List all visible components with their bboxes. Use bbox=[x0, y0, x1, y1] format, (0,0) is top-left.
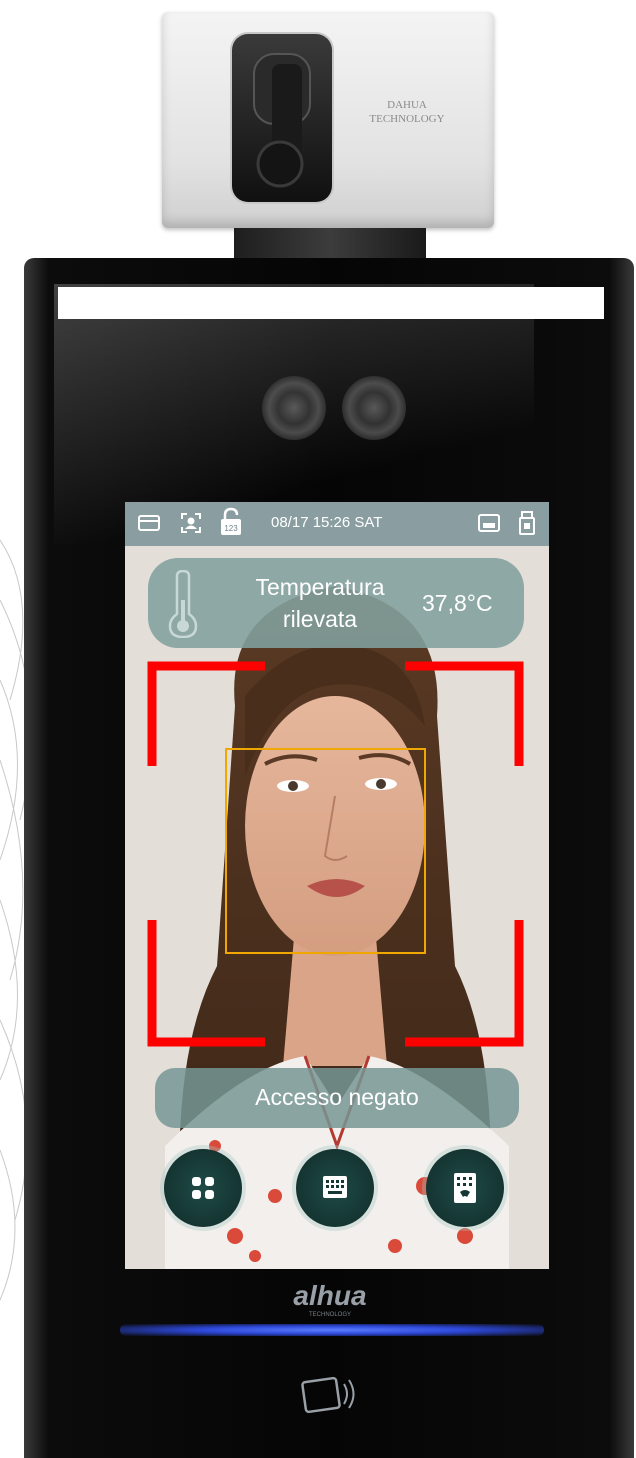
camera-lens-housing bbox=[232, 34, 332, 202]
call-button[interactable] bbox=[426, 1149, 504, 1227]
brand-tagline: TECHNOLOGY bbox=[308, 1312, 351, 1318]
ir-camera-lens-right bbox=[342, 376, 406, 440]
result-bar: Accesso negato bbox=[155, 1068, 519, 1128]
access-result-text: Accesso negato bbox=[255, 1084, 419, 1110]
menu-button[interactable] bbox=[164, 1149, 242, 1227]
menu-grid-icon bbox=[192, 1177, 214, 1199]
device-screen: 123 08/17 15:26 SAT Temperatura rilevata… bbox=[125, 502, 549, 1269]
camera-brand-text: DAHUA TECHNOLOGY bbox=[352, 98, 462, 126]
card-reader-icon[interactable] bbox=[296, 1370, 360, 1420]
thermal-camera-module: DAHUA TECHNOLOGY bbox=[162, 12, 494, 228]
face-bounding-box bbox=[225, 748, 426, 954]
camera-brand-line-1: DAHUA bbox=[387, 99, 427, 111]
camera-lens-icon bbox=[253, 53, 311, 188]
keypad-icon bbox=[323, 1176, 347, 1198]
ir-camera-lens-left bbox=[262, 376, 326, 440]
keypad-button[interactable] bbox=[296, 1149, 374, 1227]
status-led-bar bbox=[120, 1324, 544, 1336]
call-keypad-icon bbox=[454, 1173, 476, 1203]
brand-logo: alhua bbox=[293, 1280, 367, 1311]
camera-brand-line-2: TECHNOLOGY bbox=[369, 113, 445, 125]
fill-light-bar bbox=[58, 287, 604, 319]
